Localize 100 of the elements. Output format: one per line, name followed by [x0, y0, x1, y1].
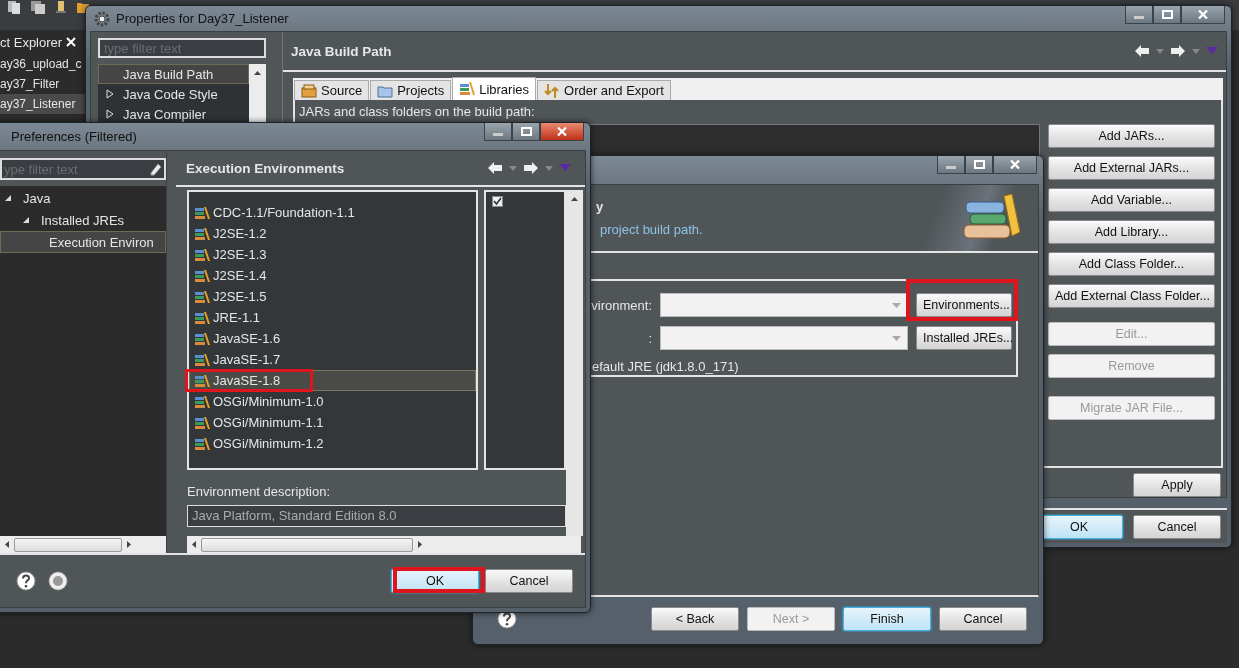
minimize-button[interactable]: [1125, 6, 1153, 24]
button[interactable]: Finish: [843, 606, 931, 631]
books-icon: [194, 268, 210, 283]
button[interactable]: Add External Class Folder...: [1048, 284, 1215, 308]
button[interactable]: Add JARs...: [1048, 124, 1215, 148]
minimize-button[interactable]: [937, 156, 965, 174]
close-icon: [557, 127, 567, 136]
list-item[interactable]: J2SE-1.2: [189, 223, 476, 244]
button[interactable]: Environments...: [916, 293, 1012, 317]
button[interactable]: Apply: [1133, 473, 1221, 497]
window-title: Preferences (Filtered): [11, 129, 137, 144]
list-item[interactable]: JavaSE-1.6: [189, 328, 476, 349]
project-item[interactable]: ay37_Filter: [0, 74, 86, 94]
dropdown-icon: [892, 335, 901, 341]
maximize-button[interactable]: [965, 156, 993, 174]
tree-item[interactable]: Java Code Style: [98, 84, 249, 104]
books-icon: [194, 247, 210, 262]
close-button[interactable]: [1181, 6, 1225, 24]
minimize-button[interactable]: [484, 123, 512, 141]
close-button[interactable]: [993, 156, 1037, 174]
scrollbar[interactable]: [187, 536, 581, 553]
maximize-icon: [520, 127, 532, 136]
pages-icon[interactable]: [6, 0, 22, 14]
record-icon[interactable]: [48, 571, 68, 591]
page-heading: Java Build Path: [291, 43, 392, 59]
dropdown-field[interactable]: [660, 326, 908, 350]
field-label: :: [647, 330, 652, 346]
description-field[interactable]: Java Platform, Standard Edition 8.0: [187, 505, 566, 527]
close-icon: [1010, 160, 1020, 169]
scroll-right-icon: [126, 540, 132, 549]
tree-item[interactable]: Execution Environ: [0, 231, 166, 253]
scrollbar[interactable]: [566, 190, 583, 536]
tab[interactable]: Order and Export: [537, 80, 671, 100]
books-icon: [194, 226, 210, 241]
window-title: Properties for Day37_Listener: [116, 11, 289, 26]
books-icon: [194, 289, 210, 304]
forward-arrow-icon[interactable]: [523, 161, 539, 175]
books-icon: [194, 394, 210, 409]
button[interactable]: Add Library...: [1048, 220, 1215, 244]
list-item[interactable]: JavaSE-1.8: [189, 370, 476, 391]
help-icon[interactable]: [16, 571, 36, 591]
project-item[interactable]: ay36_upload_c: [0, 54, 86, 74]
list-item[interactable]: J2SE-1.4: [189, 265, 476, 286]
tree-item[interactable]: Java Build Path: [98, 64, 249, 84]
order-icon: [544, 82, 561, 99]
field-label: vironment:: [590, 297, 652, 313]
books-icon: [194, 331, 210, 346]
list-item[interactable]: OSGi/Minimum-1.1: [189, 412, 476, 433]
close-icon[interactable]: [66, 37, 77, 47]
books-icon: [194, 352, 210, 367]
gear-icon: [94, 10, 110, 27]
minimize-icon: [946, 165, 956, 169]
list-item[interactable]: JRE-1.1: [189, 307, 476, 328]
tab[interactable]: Libraries: [452, 77, 537, 100]
maximize-button[interactable]: [1153, 6, 1181, 24]
button[interactable]: Cancel: [485, 569, 573, 593]
list-caption: JARs and class folders on the build path:: [299, 104, 536, 119]
page-heading: Execution Environments: [186, 160, 345, 176]
back-arrow-icon[interactable]: [487, 161, 503, 175]
tab[interactable]: Projects: [370, 80, 452, 100]
books-icon: [194, 373, 210, 388]
list-item[interactable]: CDC-1.1/Foundation-1.1: [189, 202, 476, 223]
scrollbar[interactable]: [0, 536, 166, 553]
lamp-icon[interactable]: [54, 0, 68, 14]
maximize-button[interactable]: [512, 123, 540, 141]
button[interactable]: < Back: [651, 606, 739, 631]
dropdown-icon: [892, 302, 901, 308]
eraser-icon: [148, 162, 162, 176]
checkbox-icon: [492, 196, 503, 207]
button[interactable]: Add External JARs...: [1048, 156, 1215, 180]
tab[interactable]: Source: [294, 80, 370, 100]
list-item[interactable]: OSGi/Minimum-1.2: [189, 433, 476, 454]
scroll-up-icon: [253, 70, 262, 76]
project-item[interactable]: ay37_Listener: [0, 94, 86, 114]
list-item[interactable]: J2SE-1.5: [189, 286, 476, 307]
books-icon: [194, 205, 210, 220]
scroll-thumb[interactable]: [201, 537, 413, 552]
dropdown-field[interactable]: [660, 293, 908, 317]
button[interactable]: Add Class Folder...: [1048, 252, 1215, 276]
panel-title: ct Explorer: [0, 34, 63, 50]
button[interactable]: Installed JREs...: [916, 326, 1012, 350]
tree-item[interactable]: Java Compiler: [98, 104, 249, 124]
forward-arrow-icon[interactable]: [1170, 44, 1186, 58]
scroll-thumb[interactable]: [14, 537, 122, 552]
close-button[interactable]: [540, 123, 584, 141]
collapse-icon: [21, 215, 31, 225]
scroll-left-icon: [191, 540, 197, 549]
button[interactable]: Cancel: [1133, 514, 1221, 539]
disks-icon[interactable]: [30, 0, 46, 14]
source-icon: [301, 82, 317, 99]
list-item[interactable]: JavaSE-1.7: [189, 349, 476, 370]
scroll-up-icon: [570, 196, 579, 202]
button[interactable]: Cancel: [939, 606, 1027, 631]
books-icon: [194, 436, 210, 451]
tree-item[interactable]: Java: [0, 187, 166, 209]
tree-item[interactable]: Installed JREs: [0, 209, 166, 231]
list-item[interactable]: J2SE-1.3: [189, 244, 476, 265]
back-arrow-icon[interactable]: [1134, 44, 1150, 58]
button[interactable]: Add Variable...: [1048, 188, 1215, 212]
list-item[interactable]: OSGi/Minimum-1.0: [189, 391, 476, 412]
